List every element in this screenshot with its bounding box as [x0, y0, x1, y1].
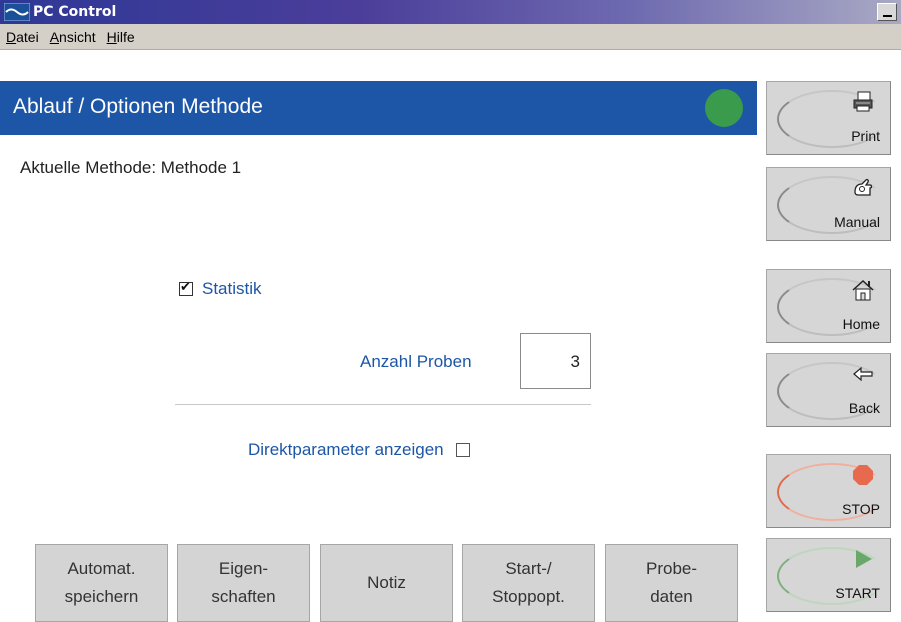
print-label: Print: [851, 128, 880, 144]
menu-ansicht-mnemonic: A: [49, 28, 60, 45]
automat-speichern-button[interactable]: Automat. speichern: [35, 544, 168, 622]
title-bar: PC Control: [0, 0, 901, 24]
divider: [175, 404, 591, 405]
direktparameter-label: Direktparameter anzeigen: [248, 440, 444, 459]
direktparameter-option[interactable]: Direktparameter anzeigen: [248, 440, 470, 460]
side-panel: Print Manual Home Back STOP START: [757, 50, 901, 622]
menu-ansicht[interactable]: Ansicht: [50, 29, 96, 45]
home-label: Home: [842, 316, 880, 332]
menu-bar: Datei Ansicht Hilfe: [0, 24, 901, 50]
stop-octagon-icon: [853, 465, 873, 485]
manual-button[interactable]: Manual: [766, 167, 891, 241]
stop-button[interactable]: STOP: [766, 454, 891, 528]
menu-datei-mnemonic: D: [6, 28, 17, 45]
statistik-label: Statistik: [202, 279, 262, 298]
back-arrow-icon: [853, 366, 873, 382]
app-logo-icon: [4, 3, 30, 21]
menu-ansicht-rest: nsicht: [59, 28, 96, 45]
status-indicator: [705, 89, 743, 127]
anzahl-proben-input[interactable]: 3: [520, 333, 591, 389]
play-triangle-icon: [856, 550, 872, 568]
back-label: Back: [848, 400, 880, 416]
start-stoppopt-button[interactable]: Start-/ Stoppopt.: [462, 544, 595, 622]
stop-label: STOP: [842, 501, 880, 517]
window-title: PC Control: [33, 4, 117, 20]
statistik-checkbox[interactable]: [179, 280, 193, 296]
menu-hilfe-rest: ilfe: [116, 28, 135, 45]
menu-hilfe-mnemonic: H: [106, 28, 117, 45]
minimize-button[interactable]: [877, 3, 897, 21]
statistik-option[interactable]: Statistik: [179, 279, 262, 299]
hand-icon: [854, 178, 873, 196]
menu-datei[interactable]: Datei: [6, 29, 39, 45]
manual-label: Manual: [834, 214, 880, 230]
section-title: Ablauf / Optionen Methode: [13, 95, 263, 118]
home-icon: [852, 279, 874, 301]
eigenschaften-button[interactable]: Eigen- schaften: [177, 544, 310, 622]
menu-hilfe[interactable]: Hilfe: [107, 29, 135, 45]
minimize-icon: [883, 15, 892, 17]
start-button[interactable]: START: [766, 538, 891, 612]
section-header: Ablauf / Optionen Methode: [0, 81, 757, 135]
notiz-button[interactable]: Notiz: [320, 544, 453, 622]
direktparameter-checkbox[interactable]: [455, 443, 470, 457]
back-button[interactable]: Back: [766, 353, 891, 427]
print-button[interactable]: Print: [766, 81, 891, 155]
printer-icon: [853, 91, 873, 112]
menu-datei-rest: atei: [16, 28, 39, 45]
probedaten-button[interactable]: Probe- daten: [605, 544, 738, 622]
home-button[interactable]: Home: [766, 269, 891, 343]
start-label: START: [835, 585, 880, 601]
current-method-label: Aktuelle Methode: Methode 1: [20, 158, 242, 177]
main-panel: Ablauf / Optionen Methode Aktuelle Metho…: [0, 50, 757, 622]
anzahl-proben-label: Anzahl Proben: [360, 352, 472, 371]
